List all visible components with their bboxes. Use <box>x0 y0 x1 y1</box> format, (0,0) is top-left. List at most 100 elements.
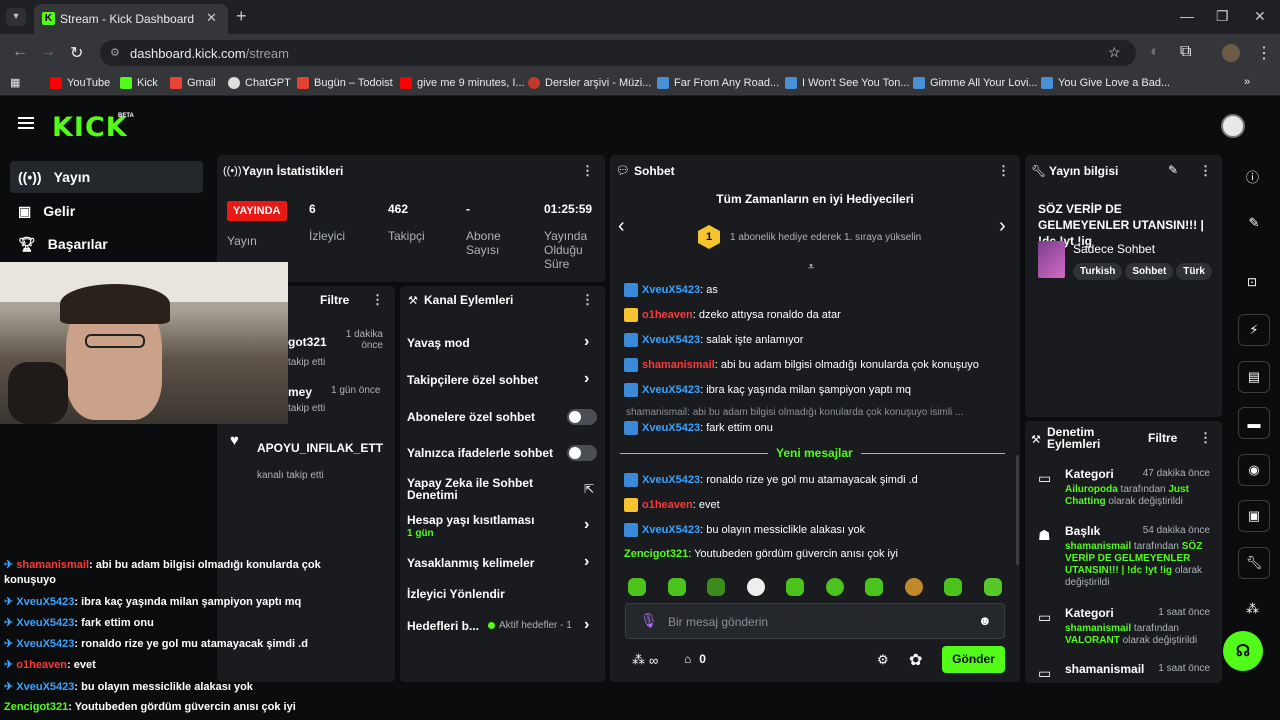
forward-icon[interactable]: → <box>40 43 56 61</box>
next-chevron-icon[interactable]: › <box>999 215 1006 238</box>
tag[interactable]: Turkish <box>1073 263 1123 280</box>
followers-only-chevron-icon[interactable]: › <box>584 370 589 388</box>
chat-username[interactable]: o1heaven <box>642 309 693 321</box>
category-thumbnail[interactable] <box>1038 241 1065 278</box>
points-display[interactable]: ⁂ ∞ <box>632 652 658 668</box>
bookmark-star-icon[interactable]: ☆ <box>1108 44 1121 61</box>
emote[interactable] <box>668 578 686 596</box>
chat-username[interactable]: o1heaven <box>642 499 693 511</box>
chat-username[interactable]: XveuX5423 <box>642 524 700 536</box>
mod-user[interactable]: Ailuropoda <box>1065 484 1118 495</box>
support-headset-button[interactable]: ☊ <box>1223 631 1263 671</box>
mod-tools-icon[interactable]: ✿ <box>909 650 922 670</box>
mod-user[interactable]: shamanismail <box>1065 541 1131 552</box>
mic-icon[interactable]: 🎙︎ <box>640 612 658 629</box>
edit-rail-icon[interactable]: ✎ <box>1238 207 1270 239</box>
stats-menu-button[interactable]: ⋮ <box>581 163 594 179</box>
wrench-rail-icon[interactable]: 🔧︎ <box>1238 547 1270 579</box>
mod-user[interactable]: shamanismail <box>1065 623 1131 634</box>
bookmark-todoist[interactable]: Bugün – Todoist <box>297 77 393 89</box>
chat-username[interactable]: XveuX5423 <box>642 334 700 346</box>
subs-only-toggle[interactable] <box>567 409 597 425</box>
bookmark-song-1[interactable]: Far From Any Road... <box>657 77 779 89</box>
chat-settings-icon[interactable]: ⚙ <box>877 652 889 668</box>
user-avatar[interactable] <box>1221 114 1245 138</box>
edit-icon[interactable]: ✎ <box>1168 163 1178 177</box>
bookmark-song-4[interactable]: You Give Love a Bad... <box>1041 77 1170 89</box>
emote[interactable] <box>984 578 1002 596</box>
profile-avatar[interactable] <box>1222 44 1240 62</box>
back-icon[interactable]: ← <box>12 43 28 61</box>
apps-grid-icon[interactable]: ▦ <box>10 76 20 89</box>
info-icon[interactable]: ⓘ <box>1246 167 1259 186</box>
emote[interactable] <box>786 578 804 596</box>
account-age-chevron-icon[interactable]: › <box>584 516 589 534</box>
bookmark-kick[interactable]: Kick <box>120 77 158 89</box>
chat-rail-icon[interactable]: ▬ <box>1238 407 1270 439</box>
address-bar[interactable]: ⚙ dashboard.kick.com/stream ☆ <box>100 40 1136 66</box>
menu-icon[interactable] <box>18 117 34 129</box>
emote[interactable] <box>944 578 962 596</box>
gifts-display[interactable]: ⌂ 0 <box>684 652 706 666</box>
mod-menu-button[interactable]: ⋮ <box>1199 430 1212 446</box>
slow-mode-chevron-icon[interactable]: › <box>584 333 589 351</box>
prev-chevron-icon[interactable]: ‹ <box>618 215 625 238</box>
bookmark-song-2[interactable]: I Won't See You Ton... <box>785 77 910 89</box>
extension-icon[interactable]: ◐ <box>1150 43 1160 61</box>
bookmark-chatgpt[interactable]: ChatGPT <box>228 77 291 89</box>
chrome-menu-icon[interactable]: ⋮ <box>1256 43 1272 63</box>
chat-username[interactable]: XveuX5423 <box>642 384 700 396</box>
channel-actions-menu[interactable]: ⋮ <box>581 292 594 308</box>
emote[interactable] <box>865 578 883 596</box>
mod-filter-button[interactable]: Filtre <box>1148 431 1177 445</box>
kick-logo[interactable]: KICK <box>52 112 128 143</box>
chat-username[interactable]: shamanismail <box>642 359 715 371</box>
extensions-puzzle-icon[interactable]: ⧉ <box>1180 43 1191 61</box>
host-label[interactable]: İzleyici Yönlendir <box>407 587 505 601</box>
activity-filter-button[interactable]: Filtre <box>320 293 349 307</box>
chat-scrollbar[interactable] <box>1016 455 1019 565</box>
chat-username[interactable]: XveuX5423 <box>642 422 700 434</box>
new-tab-button[interactable]: + <box>236 6 247 27</box>
goals-chevron-icon[interactable]: › <box>584 616 589 634</box>
browser-tab[interactable]: K Stream - Kick Dashboard ✕ <box>34 4 228 34</box>
minimize-button[interactable]: — <box>1180 8 1194 24</box>
site-info-icon[interactable]: ⚙ <box>110 46 120 59</box>
more-bookmarks-icon[interactable]: » <box>1244 76 1250 88</box>
banned-words-chevron-icon[interactable]: › <box>584 553 589 571</box>
emote[interactable] <box>905 578 923 596</box>
bookmark-video[interactable]: give me 9 minutes, I... <box>400 77 525 89</box>
external-link-icon[interactable]: ⇱ <box>584 482 594 496</box>
close-window-button[interactable]: ✕ <box>1254 8 1266 25</box>
collapse-icon[interactable]: ⩡ <box>808 261 814 274</box>
stream-info-menu[interactable]: ⋮ <box>1199 163 1212 179</box>
chat-input[interactable]: 🎙︎ Bir mesaj gönderin ☻ <box>625 603 1005 639</box>
emote[interactable] <box>826 578 844 596</box>
broadcast-rail-icon[interactable]: ◉ <box>1238 454 1270 486</box>
notes-icon[interactable]: ▤ <box>1238 361 1270 393</box>
send-button[interactable]: Gönder <box>942 646 1005 673</box>
reload-icon[interactable]: ↻ <box>70 43 83 63</box>
bookmark-youtube[interactable]: YouTube <box>50 77 110 89</box>
activity-menu-button[interactable]: ⋮ <box>371 292 384 308</box>
sidenav-item-revenue[interactable]: ▣ Gelir <box>10 195 203 227</box>
sidenav-item-achievements[interactable]: 🏆︎ Başarılar <box>10 228 203 260</box>
bookmark-gmail[interactable]: Gmail <box>170 77 216 89</box>
emote[interactable] <box>747 578 765 596</box>
chat-username[interactable]: Zencigot321 <box>624 548 688 560</box>
tab-close-icon[interactable]: ✕ <box>206 10 217 26</box>
emoji-icon[interactable]: ☻ <box>978 613 992 628</box>
emote[interactable] <box>707 578 725 596</box>
dots-rail-icon[interactable]: ⁂ <box>1246 601 1259 617</box>
emote[interactable] <box>628 578 646 596</box>
tag[interactable]: Türk <box>1176 263 1212 280</box>
layout-rail-icon[interactable]: ▣ <box>1238 500 1270 532</box>
chat-menu-button[interactable]: ⋮ <box>997 163 1010 179</box>
chat-username[interactable]: XveuX5423 <box>642 474 700 486</box>
chat-username[interactable]: XveuX5423 <box>642 284 700 296</box>
bookmark-song-3[interactable]: Gimme All Your Lovi... <box>913 77 1038 89</box>
sidenav-item-stream[interactable]: ((•)) Yayın <box>10 161 203 193</box>
category-name[interactable]: Sadece Sohbet <box>1073 242 1155 256</box>
screenshot-icon[interactable]: ⊡ <box>1247 275 1257 289</box>
tag[interactable]: Sohbet <box>1125 263 1174 280</box>
